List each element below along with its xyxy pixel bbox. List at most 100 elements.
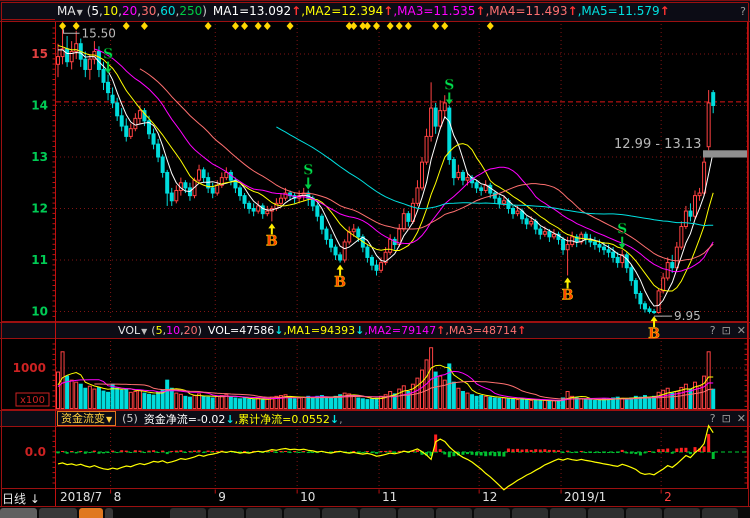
sell-signal-label: S (444, 78, 454, 94)
buy-arrow-icon (564, 277, 571, 282)
scrollbar-segment[interactable] (284, 508, 320, 518)
scrollbar-segment[interactable] (588, 508, 624, 518)
scrollbar-thumb[interactable] (79, 508, 103, 518)
scrollbar-segment[interactable] (170, 508, 206, 518)
volume-bar (689, 389, 692, 408)
event-diamond-icon (73, 22, 80, 30)
vol-values: VOL=47586↓,MA1=94393↓,MA2=79147↑,MA3=487… (208, 324, 526, 337)
volume-bar (357, 398, 360, 409)
volume-bar (207, 397, 210, 408)
ma-line-20 (94, 49, 713, 272)
volume-bar (243, 398, 246, 409)
flow-bar-positive (434, 435, 437, 453)
volume-bar (675, 391, 678, 408)
scrollbar-segment[interactable] (208, 508, 244, 518)
flow-bar-negative (275, 452, 278, 453)
flow-bar-negative (348, 452, 351, 453)
volume-bar (625, 399, 628, 409)
candle-body (111, 95, 114, 103)
scrollbar-segment[interactable] (550, 508, 586, 518)
event-diamond-icon (205, 22, 212, 30)
volume-bar (680, 387, 683, 408)
timeframe-selector[interactable]: 日线 ↓ (2, 490, 40, 507)
candle-body (357, 229, 360, 237)
candle-body (475, 183, 478, 188)
horizontal-scrollbar[interactable] (0, 507, 750, 518)
candle-body (598, 245, 601, 248)
scrollbar-segment[interactable] (322, 508, 358, 518)
scrollbar-segment[interactable] (360, 508, 396, 518)
date-label: 9 (218, 490, 226, 504)
maximize-icon[interactable]: ⊡ (722, 324, 731, 337)
candle-body (202, 170, 205, 178)
flow-bar-negative (616, 452, 619, 453)
flow-bar-positive (293, 451, 296, 452)
candle-body (152, 134, 155, 144)
scrollbar-segment[interactable] (398, 508, 434, 518)
volume-bar (589, 400, 592, 409)
flow-bar-negative (234, 452, 237, 453)
price-axis-label: 14 (31, 99, 48, 113)
volume-bar (507, 399, 510, 409)
flow-bar-negative (461, 452, 464, 455)
help-icon[interactable]: ? (740, 5, 746, 18)
candle-body (143, 111, 146, 121)
volume-bar (389, 391, 392, 408)
moneyflow-indicator-dropdown[interactable]: 资金流变▼ (57, 411, 116, 426)
candle-body (466, 178, 469, 181)
flow-bar-negative (421, 452, 424, 455)
scrollbar-segment[interactable] (626, 508, 662, 518)
candle-body (270, 209, 273, 212)
volume-bar (116, 388, 119, 408)
close-icon[interactable]: ✕ (737, 324, 746, 337)
scrollbar-segment[interactable] (246, 508, 282, 518)
flow-bar-positive (694, 447, 697, 452)
scrollbar-segment[interactable] (105, 508, 113, 518)
candle-body (234, 180, 237, 188)
flow-bar-positive (243, 451, 246, 452)
maximize-icon[interactable]: ⊡ (722, 412, 731, 425)
candle-body (643, 304, 646, 309)
volume-bar (548, 401, 551, 408)
candlestick-chart[interactable]: 1514131211101000x1000.0SBSBSBSB15.509.95… (0, 0, 750, 518)
candle-body (616, 257, 619, 262)
ma-indicator-dropdown[interactable]: MA▼ (57, 4, 83, 18)
candle-body (207, 178, 210, 188)
scrollbar-segment[interactable] (664, 508, 700, 518)
scrollbar-segment[interactable] (39, 508, 77, 518)
volume-bar (225, 395, 228, 409)
flow-bar-positive (339, 451, 342, 452)
candle-body (430, 108, 433, 136)
help-icon[interactable]: ? (710, 324, 716, 337)
candle-body (389, 239, 392, 252)
event-diamond-icon (255, 22, 262, 30)
flow-bar-positive (707, 434, 710, 452)
scrollbar-segment[interactable] (436, 508, 472, 518)
candle-body (534, 221, 537, 229)
candle-body (425, 136, 428, 162)
volume-bar (466, 393, 469, 408)
flow-bar-negative (375, 452, 378, 454)
close-icon[interactable]: ✕ (737, 412, 746, 425)
flow-bar-negative (116, 452, 119, 453)
candle-body (434, 108, 437, 126)
flow-bar-negative (311, 452, 314, 453)
scrollbar-segment[interactable] (474, 508, 510, 518)
volume-bar (107, 392, 110, 408)
candle-body (666, 263, 669, 278)
candle-body (311, 198, 314, 206)
candle-body (239, 188, 242, 196)
candle-body (57, 57, 60, 65)
scrollbar-segment[interactable] (0, 508, 37, 518)
scrollbar-segment[interactable] (512, 508, 548, 518)
flow-bar-positive (207, 451, 210, 452)
volume-bar (193, 396, 196, 409)
vol-indicator-dropdown[interactable]: VOL▼ (118, 324, 147, 337)
flow-bar-negative (480, 452, 483, 456)
scrollbar-segment[interactable] (702, 508, 738, 518)
flow-bar-positive (507, 449, 510, 453)
volume-bar (407, 391, 410, 408)
ma-line-60 (276, 127, 713, 226)
candle-body (512, 209, 515, 214)
help-icon[interactable]: ? (710, 412, 716, 425)
